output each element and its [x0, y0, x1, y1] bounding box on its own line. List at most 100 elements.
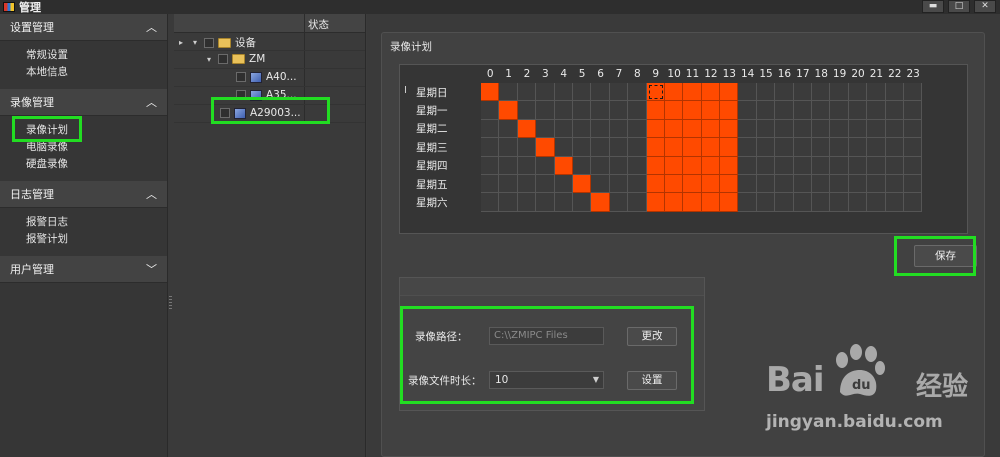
- maximize-button[interactable]: □: [948, 0, 970, 13]
- checkbox[interactable]: [218, 54, 228, 64]
- schedule-cell[interactable]: [609, 138, 629, 157]
- schedule-cell[interactable]: [609, 83, 629, 102]
- schedule-cell[interactable]: [481, 119, 500, 139]
- checkbox[interactable]: [236, 90, 246, 100]
- schedule-cell[interactable]: [646, 175, 665, 194]
- schedule-cell[interactable]: [885, 83, 904, 102]
- schedule-cell[interactable]: [517, 83, 537, 102]
- schedule-cell[interactable]: [572, 101, 592, 120]
- schedule-cell[interactable]: [812, 101, 831, 120]
- schedule-cell[interactable]: [756, 193, 776, 212]
- schedule-cell[interactable]: [646, 119, 665, 139]
- schedule-cell[interactable]: [903, 193, 923, 212]
- sidebar-item-pc-recording[interactable]: 电脑录像: [26, 139, 167, 156]
- schedule-cell[interactable]: [701, 193, 721, 212]
- schedule-cell[interactable]: [720, 101, 739, 120]
- schedule-cell[interactable]: [775, 119, 794, 139]
- collapse-arrow-icon[interactable]: ▾: [204, 55, 214, 64]
- checkbox[interactable]: [204, 37, 214, 48]
- collapse-arrow-icon[interactable]: ▾: [190, 38, 200, 47]
- schedule-cell[interactable]: [903, 83, 923, 102]
- section-header-settings[interactable]: 设置管理 ︿: [0, 14, 167, 41]
- schedule-cell[interactable]: [517, 138, 537, 157]
- expand-arrow-icon[interactable]: ▸: [176, 38, 186, 47]
- schedule-cell[interactable]: [536, 156, 555, 175]
- schedule-cell[interactable]: [481, 156, 500, 175]
- schedule-cell[interactable]: [701, 83, 721, 102]
- schedule-cell[interactable]: [720, 175, 739, 194]
- schedule-cell[interactable]: [591, 156, 610, 175]
- schedule-cell[interactable]: [628, 101, 647, 120]
- set-duration-button[interactable]: 设置: [627, 371, 677, 390]
- schedule-cell[interactable]: [756, 83, 776, 102]
- sidebar-item-local-info[interactable]: 本地信息: [26, 64, 167, 81]
- tree-row[interactable]: ▾ ZM: [174, 51, 365, 69]
- schedule-cell[interactable]: [830, 83, 849, 102]
- schedule-cell[interactable]: [517, 175, 537, 194]
- schedule-cell[interactable]: [628, 119, 647, 139]
- schedule-cell[interactable]: [572, 138, 592, 157]
- schedule-cell[interactable]: [517, 101, 537, 120]
- section-header-logs[interactable]: 日志管理 ︿: [0, 181, 167, 208]
- schedule-cell[interactable]: [738, 83, 757, 102]
- schedule-cell[interactable]: [572, 83, 592, 102]
- schedule-cell[interactable]: [517, 156, 537, 175]
- schedule-cell[interactable]: [812, 175, 831, 194]
- schedule-cell[interactable]: [554, 138, 573, 157]
- schedule-cell[interactable]: [885, 138, 904, 157]
- schedule-cell[interactable]: [903, 156, 923, 175]
- schedule-cell[interactable]: [591, 119, 610, 139]
- section-header-recording[interactable]: 录像管理 ︿: [0, 89, 167, 116]
- schedule-cell[interactable]: [848, 138, 868, 157]
- schedule-cell[interactable]: [517, 119, 537, 139]
- schedule-cell[interactable]: [536, 101, 555, 120]
- schedule-cell[interactable]: [536, 138, 555, 157]
- schedule-cell[interactable]: [830, 156, 849, 175]
- schedule-cell[interactable]: [664, 138, 684, 157]
- schedule-cell[interactable]: [756, 156, 776, 175]
- schedule-cell[interactable]: [481, 83, 500, 102]
- schedule-cell[interactable]: [848, 119, 868, 139]
- schedule-cell[interactable]: [554, 101, 573, 120]
- minimize-button[interactable]: ▬: [922, 0, 944, 13]
- schedule-cell[interactable]: [628, 156, 647, 175]
- tree-row[interactable]: ▸ ▾ 设备: [174, 33, 365, 51]
- schedule-cell[interactable]: [812, 83, 831, 102]
- schedule-cell[interactable]: [775, 83, 794, 102]
- schedule-cell[interactable]: [499, 83, 518, 102]
- schedule-cell[interactable]: [848, 83, 868, 102]
- grip-icon[interactable]: [169, 296, 172, 310]
- tree-row[interactable]: A35...: [174, 87, 365, 105]
- tree-row[interactable]: A29003...: [174, 105, 365, 123]
- schedule-cell[interactable]: [867, 119, 886, 139]
- duration-select[interactable]: 10 ▼: [489, 371, 604, 389]
- schedule-cell[interactable]: [683, 83, 702, 102]
- chevron-down-icon[interactable]: ﹀: [146, 261, 157, 277]
- schedule-cell[interactable]: [572, 193, 592, 212]
- tree-node-label[interactable]: A40...: [266, 71, 297, 83]
- schedule-cell[interactable]: [572, 156, 592, 175]
- schedule-cell[interactable]: [701, 138, 721, 157]
- tree-node-label[interactable]: 设备: [235, 35, 256, 50]
- schedule-cell[interactable]: [481, 138, 500, 157]
- schedule-cell[interactable]: [664, 83, 684, 102]
- tree-node-label[interactable]: ZM: [249, 53, 265, 65]
- schedule-cell[interactable]: [683, 193, 702, 212]
- path-input[interactable]: C:\\ZMIPC Files: [489, 327, 604, 345]
- schedule-cell[interactable]: [738, 156, 757, 175]
- schedule-cell[interactable]: [720, 119, 739, 139]
- schedule-cell[interactable]: [481, 101, 500, 120]
- schedule-cell[interactable]: [720, 138, 739, 157]
- schedule-cell[interactable]: [903, 175, 923, 194]
- sidebar-item-recording-plan[interactable]: 录像计划: [26, 122, 167, 139]
- schedule-cell[interactable]: [775, 138, 794, 157]
- schedule-cell[interactable]: [554, 175, 573, 194]
- chevron-up-icon[interactable]: ︿: [146, 186, 157, 202]
- schedule-cell[interactable]: [720, 156, 739, 175]
- dropdown-arrow-icon[interactable]: ▼: [593, 372, 599, 388]
- schedule-cell[interactable]: [738, 119, 757, 139]
- schedule-cell[interactable]: [793, 119, 813, 139]
- schedule-cell[interactable]: [664, 119, 684, 139]
- schedule-cell[interactable]: [738, 138, 757, 157]
- schedule-cell[interactable]: [756, 119, 776, 139]
